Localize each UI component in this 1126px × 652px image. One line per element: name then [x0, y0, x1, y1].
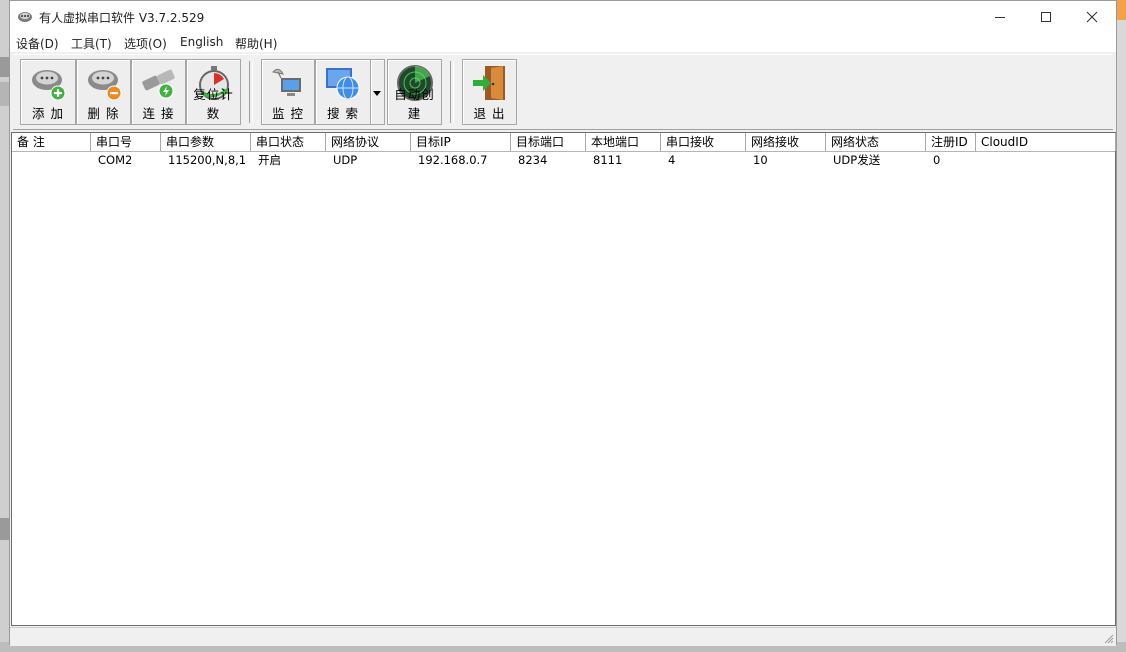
- search-button[interactable]: 搜 索: [315, 59, 371, 125]
- cell-protocol: UDP: [333, 153, 358, 167]
- search-network-icon: [326, 68, 360, 100]
- menu-options[interactable]: 选项(O): [124, 35, 167, 52]
- cell-target-port: 8234: [518, 153, 548, 167]
- search-dropdown-button[interactable]: [371, 59, 385, 125]
- cell-port: COM2: [98, 153, 133, 167]
- column-header-serial-rx[interactable]: 串口接收: [661, 133, 746, 151]
- column-header-note[interactable]: 备 注: [12, 133, 91, 151]
- background-strip: [0, 518, 9, 540]
- status-bar: [10, 627, 1116, 646]
- column-header-target-port[interactable]: 目标端口: [511, 133, 586, 151]
- column-header-params[interactable]: 串口参数: [161, 133, 251, 151]
- background-strip: [0, 57, 9, 77]
- auto-create-label: 自动创建: [394, 87, 435, 121]
- exit-button[interactable]: 退 出: [462, 59, 517, 125]
- reset-count-button[interactable]: 复位计数: [186, 59, 241, 125]
- exit-label: 退 出: [473, 106, 506, 121]
- port-list-table[interactable]: 备 注 串口号 串口参数 串口状态 网络协议 目标IP 目标端口 本地端口 串口…: [11, 132, 1116, 626]
- app-logo-icon: [18, 12, 32, 22]
- background-window-edge-right: [1116, 0, 1126, 652]
- cell-network-status: UDP发送: [833, 153, 881, 167]
- add-port-icon: [32, 70, 66, 101]
- background-accent: [1116, 0, 1126, 20]
- window-title: 有人虚拟串口软件 V3.7.2.529: [39, 11, 205, 25]
- minimize-icon: [995, 16, 1005, 18]
- resize-grip-icon[interactable]: [1102, 632, 1114, 644]
- cell-params: 115200,N,8,1: [168, 153, 247, 167]
- cell-register-id: 0: [933, 153, 941, 167]
- column-header-target-ip[interactable]: 目标IP: [411, 133, 511, 151]
- toolbar: 添 加 删 除 连 接 复位计数 监 控 搜 索 自动创建 退 出: [13, 54, 1113, 130]
- connect-label: 连 接: [142, 106, 175, 121]
- column-header-port[interactable]: 串口号: [91, 133, 161, 151]
- table-header: 备 注 串口号 串口参数 串口状态 网络协议 目标IP 目标端口 本地端口 串口…: [12, 133, 1116, 152]
- column-header-cloud-id[interactable]: CloudID: [976, 133, 1116, 151]
- background-window-edge: [0, 0, 9, 652]
- toolbar-separator: [249, 61, 253, 123]
- cell-network-rx: 10: [753, 153, 768, 167]
- cell-serial-rx: 4: [668, 153, 676, 167]
- connect-button[interactable]: 连 接: [131, 59, 186, 125]
- app-window: 有人虚拟串口软件 V3.7.2.529 设备(D) 工具(T) 选项(O) En…: [9, 0, 1117, 646]
- menu-help[interactable]: 帮助(H): [235, 35, 277, 52]
- column-header-port-status[interactable]: 串口状态: [251, 133, 326, 151]
- chevron-down-icon: [373, 91, 381, 96]
- menu-english[interactable]: English: [180, 35, 223, 49]
- title-bar[interactable]: 有人虚拟串口软件 V3.7.2.529: [10, 1, 1116, 32]
- maximize-icon: [1041, 11, 1051, 22]
- cell-note: [12, 152, 91, 169]
- monitor-label: 监 控: [272, 106, 304, 121]
- auto-create-button[interactable]: 自动创建: [387, 59, 442, 125]
- table-row[interactable]: COM2 115200,N,8,1 开启 UDP 192.168.0.7 823…: [12, 152, 1115, 169]
- column-header-register-id[interactable]: 注册ID: [926, 133, 976, 151]
- monitor-button[interactable]: 监 控: [261, 59, 315, 125]
- cell-port-status: 开启: [258, 153, 281, 167]
- column-header-protocol[interactable]: 网络协议: [326, 133, 411, 151]
- exit-door-icon: [472, 66, 505, 100]
- delete-port-icon: [87, 70, 121, 101]
- add-label: 添 加: [32, 106, 64, 121]
- toolbar-separator: [450, 61, 454, 123]
- minimize-button[interactable]: [977, 1, 1023, 32]
- cell-cloud-id: [976, 152, 1116, 169]
- cell-local-port: 8111: [593, 153, 623, 167]
- column-header-network-status[interactable]: 网络状态: [826, 133, 926, 151]
- menu-bar: 设备(D) 工具(T) 选项(O) English 帮助(H): [10, 32, 1116, 52]
- monitor-satellite-icon: [271, 68, 301, 96]
- cell-target-ip: 192.168.0.7: [418, 153, 488, 167]
- background-strip: [0, 82, 9, 106]
- maximize-button[interactable]: [1023, 1, 1069, 32]
- reset-count-label: 复位计数: [193, 87, 234, 121]
- close-icon: [1086, 11, 1098, 22]
- delete-label: 删 除: [87, 106, 120, 121]
- column-header-local-port[interactable]: 本地端口: [586, 133, 661, 151]
- close-button[interactable]: [1069, 1, 1115, 32]
- delete-button[interactable]: 删 除: [76, 59, 131, 125]
- column-header-network-rx[interactable]: 网络接收: [746, 133, 826, 151]
- connect-plug-icon: [141, 69, 175, 99]
- menu-device[interactable]: 设备(D): [16, 35, 59, 52]
- search-label: 搜 索: [327, 106, 359, 121]
- add-button[interactable]: 添 加: [20, 59, 76, 125]
- menu-tools[interactable]: 工具(T): [71, 35, 112, 52]
